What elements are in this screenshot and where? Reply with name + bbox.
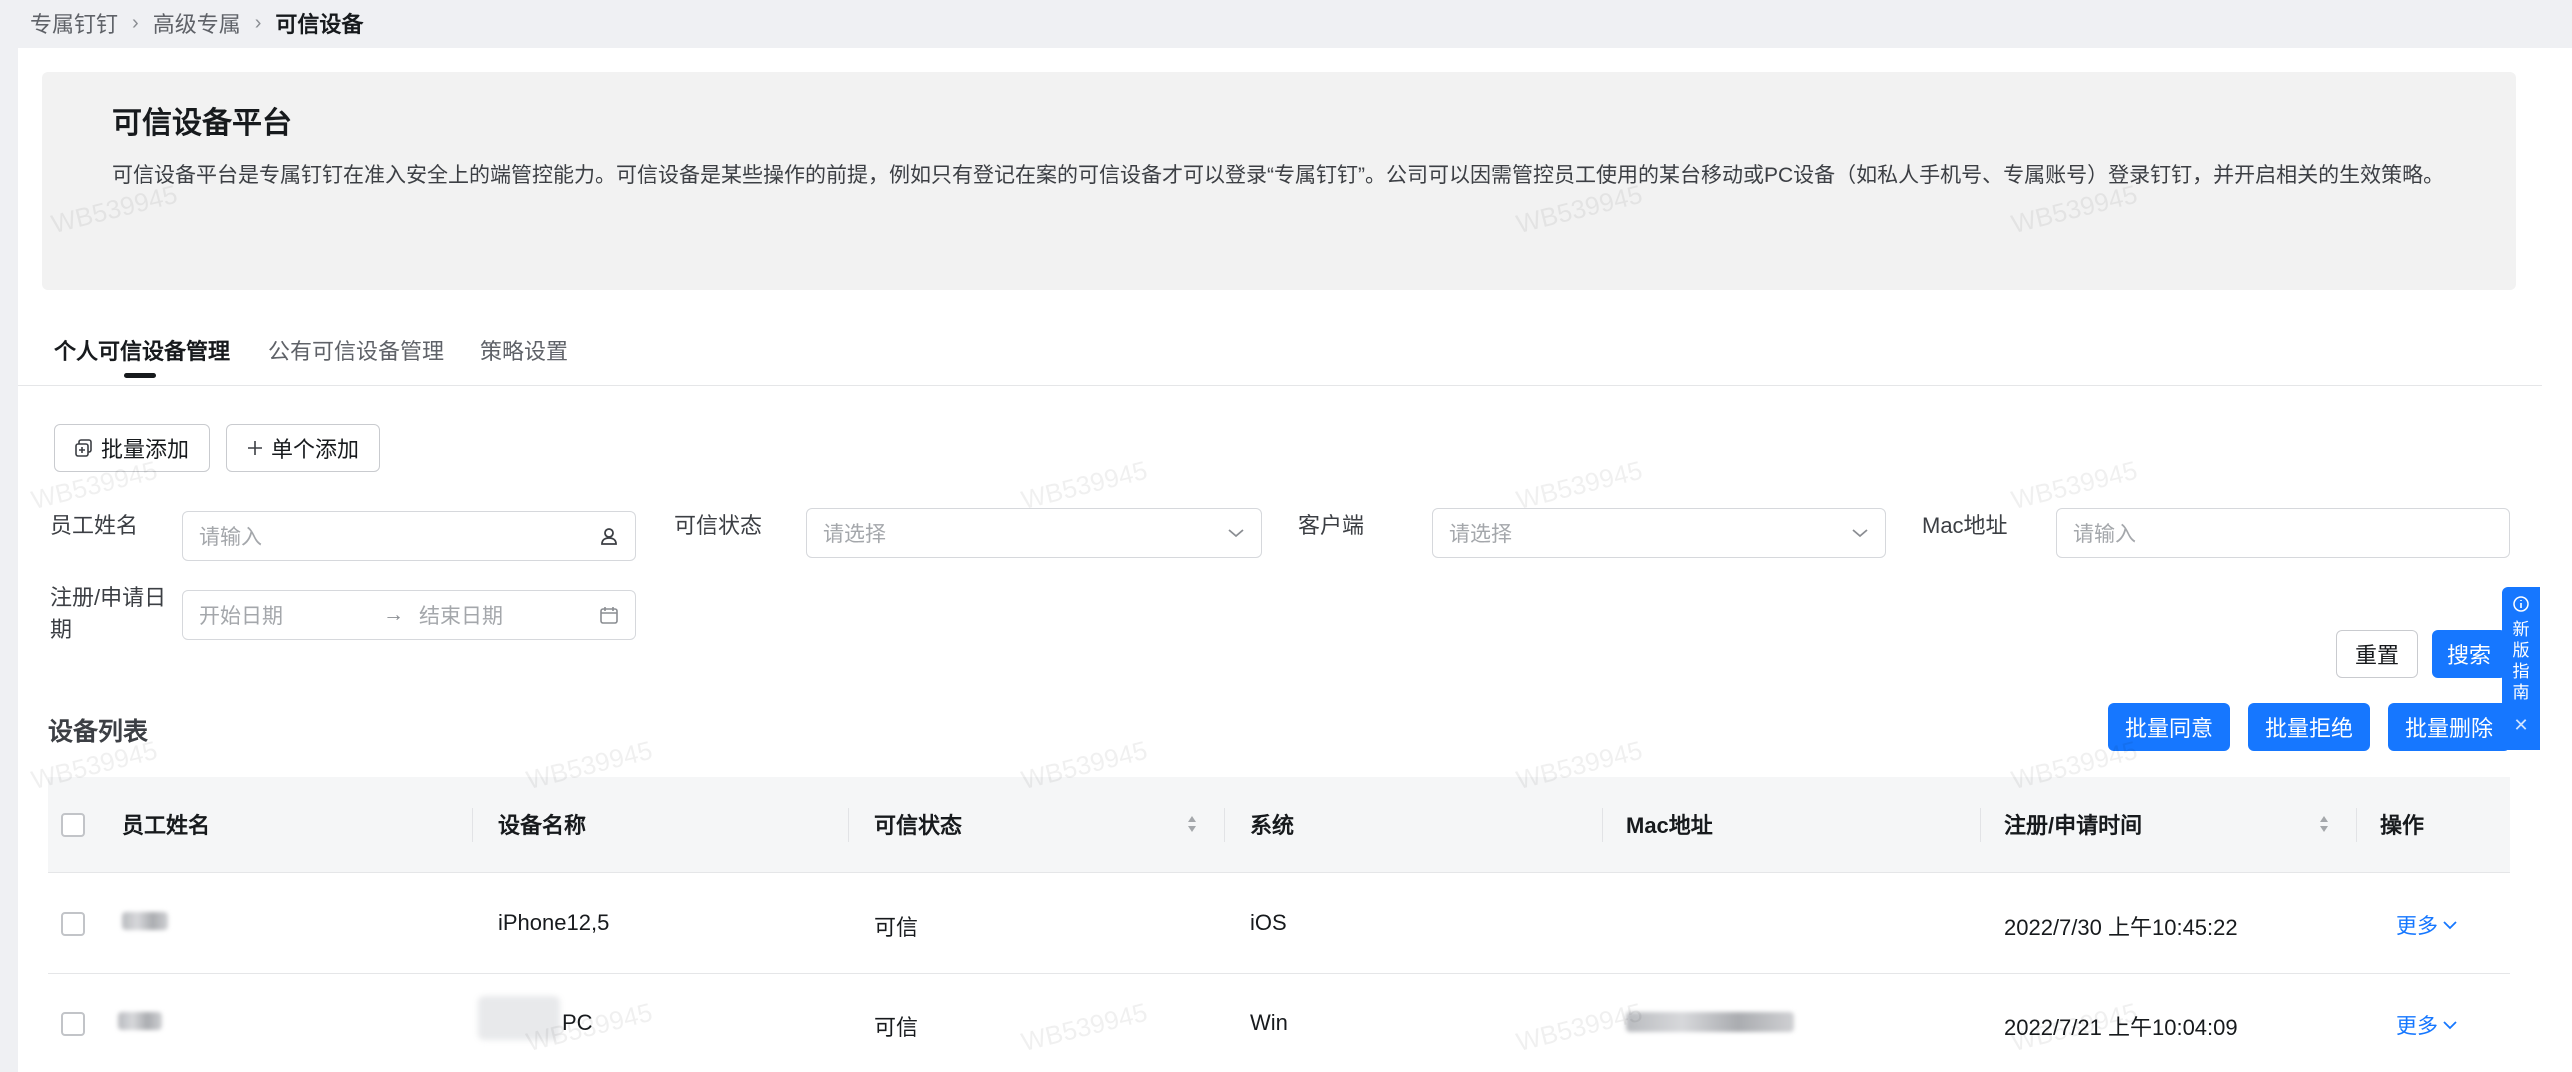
sort-icon[interactable] xyxy=(2318,814,2330,834)
system-cell: iOS xyxy=(1250,910,1287,935)
calendar-icon xyxy=(599,605,619,625)
user-icon xyxy=(599,526,619,546)
start-date-placeholder: 开始日期 xyxy=(199,605,283,628)
trust-status-cell: 可信 xyxy=(874,1015,919,1040)
column-mac-address: Mac地址 xyxy=(1626,813,1713,838)
column-register-time: 注册/申请时间 xyxy=(2004,813,2143,838)
column-separator xyxy=(1980,808,1981,842)
tab-personal-devices[interactable]: 个人可信设备管理 xyxy=(54,334,230,366)
mac-address-input[interactable]: 请输入 xyxy=(2056,508,2510,558)
column-actions: 操作 xyxy=(2380,813,2425,838)
chevron-down-icon xyxy=(1227,527,1245,539)
mac-address-placeholder: 请输入 xyxy=(2073,523,2136,546)
system-cell: Win xyxy=(1250,1010,1288,1035)
guide-label: 新版指南 xyxy=(2512,620,2530,702)
employee-name-label: 员工姓名 xyxy=(50,513,139,538)
employee-name-placeholder: 请输入 xyxy=(199,526,262,549)
column-device-name: 设备名称 xyxy=(498,813,587,838)
tab-active-indicator xyxy=(124,373,156,378)
new-version-guide[interactable]: 新版指南 ✕ xyxy=(2502,587,2540,750)
device-name-cell: PC xyxy=(562,1010,593,1035)
employee-name-input[interactable]: 请输入 xyxy=(182,511,636,561)
date-range-picker[interactable]: 开始日期 → 结束日期 xyxy=(182,590,636,640)
client-label: 客户端 xyxy=(1298,513,1365,538)
register-date-label: 注册/申请日期 xyxy=(50,585,167,642)
column-employee-name: 员工姓名 xyxy=(122,813,211,838)
employee-name-redacted xyxy=(122,912,168,930)
column-separator xyxy=(848,808,849,842)
row-divider xyxy=(48,973,2510,974)
info-icon xyxy=(2512,595,2530,613)
column-separator xyxy=(1602,808,1603,842)
chevron-down-icon xyxy=(2442,1020,2458,1030)
register-time-cell: 2022/7/30 上午10:45:22 xyxy=(2004,915,2238,940)
batch-add-label: 批量添加 xyxy=(100,437,189,462)
column-separator xyxy=(2356,808,2357,842)
single-add-label: 单个添加 xyxy=(270,437,359,462)
column-separator xyxy=(472,808,473,842)
batch-delete-button[interactable]: 批量删除 xyxy=(2388,703,2510,751)
chevron-right-icon: › xyxy=(132,11,139,34)
reset-button[interactable]: 重置 xyxy=(2336,630,2418,678)
trust-status-placeholder: 请选择 xyxy=(823,523,886,546)
client-select[interactable]: 请选择 xyxy=(1432,508,1886,558)
client-placeholder: 请选择 xyxy=(1449,523,1512,546)
chevron-down-icon xyxy=(2442,920,2458,930)
more-actions-link[interactable]: 更多 xyxy=(2396,910,2458,940)
sort-icon[interactable] xyxy=(1186,814,1198,834)
mac-address-label: Mac地址 xyxy=(1922,513,2008,538)
batch-add-button[interactable]: 批量添加 xyxy=(54,424,210,472)
more-label: 更多 xyxy=(2396,915,2438,938)
trust-status-select[interactable]: 请选择 xyxy=(806,508,1262,558)
tab-policy-settings[interactable]: 策略设置 xyxy=(480,334,568,366)
device-name-redacted xyxy=(478,996,560,1040)
row-checkbox[interactable] xyxy=(61,1012,85,1036)
device-name-cell: iPhone12,5 xyxy=(498,910,610,935)
column-separator xyxy=(1224,808,1225,842)
page-description: 可信设备平台是专属钉钉在准入安全上的端管控能力。可信设备是某些操作的前提，例如只… xyxy=(112,164,2445,187)
batch-reject-button[interactable]: 批量拒绝 xyxy=(2248,703,2370,751)
chevron-right-icon: › xyxy=(254,11,262,34)
select-all-checkbox[interactable] xyxy=(61,813,85,837)
employee-name-redacted xyxy=(118,1012,162,1030)
breadcrumb-item-advanced[interactable]: 高级专属 xyxy=(153,7,241,39)
batch-add-icon xyxy=(75,439,93,457)
batch-approve-button[interactable]: 批量同意 xyxy=(2108,703,2230,751)
search-button[interactable]: 搜索 xyxy=(2432,630,2506,678)
column-system: 系统 xyxy=(1250,813,1295,838)
arrow-right-icon: → xyxy=(383,603,404,626)
plus-icon xyxy=(247,440,263,456)
more-label: 更多 xyxy=(2396,1015,2438,1038)
register-time-cell: 2022/7/21 上午10:04:09 xyxy=(2004,1015,2238,1040)
single-add-button[interactable]: 单个添加 xyxy=(226,424,380,472)
close-icon[interactable]: ✕ xyxy=(2513,715,2528,736)
breadcrumb-item-current: 可信设备 xyxy=(275,12,364,37)
page-title: 可信设备平台 xyxy=(112,107,292,140)
device-list-title: 设备列表 xyxy=(48,718,149,746)
breadcrumb: 专属钉钉 › 高级专属 › 可信设备 xyxy=(30,6,363,40)
more-actions-link[interactable]: 更多 xyxy=(2396,1010,2458,1040)
end-date-placeholder: 结束日期 xyxy=(419,605,503,628)
breadcrumb-item-exclusive-dingtalk[interactable]: 专属钉钉 xyxy=(30,7,118,39)
chevron-down-icon xyxy=(1851,527,1869,539)
column-trust-status: 可信状态 xyxy=(874,813,963,838)
trust-status-cell: 可信 xyxy=(874,915,919,940)
tab-public-devices[interactable]: 公有可信设备管理 xyxy=(268,334,444,366)
mac-address-redacted xyxy=(1626,1012,1794,1032)
tab-divider xyxy=(18,385,2542,386)
trust-status-label: 可信状态 xyxy=(674,513,763,538)
row-checkbox[interactable] xyxy=(61,912,85,936)
